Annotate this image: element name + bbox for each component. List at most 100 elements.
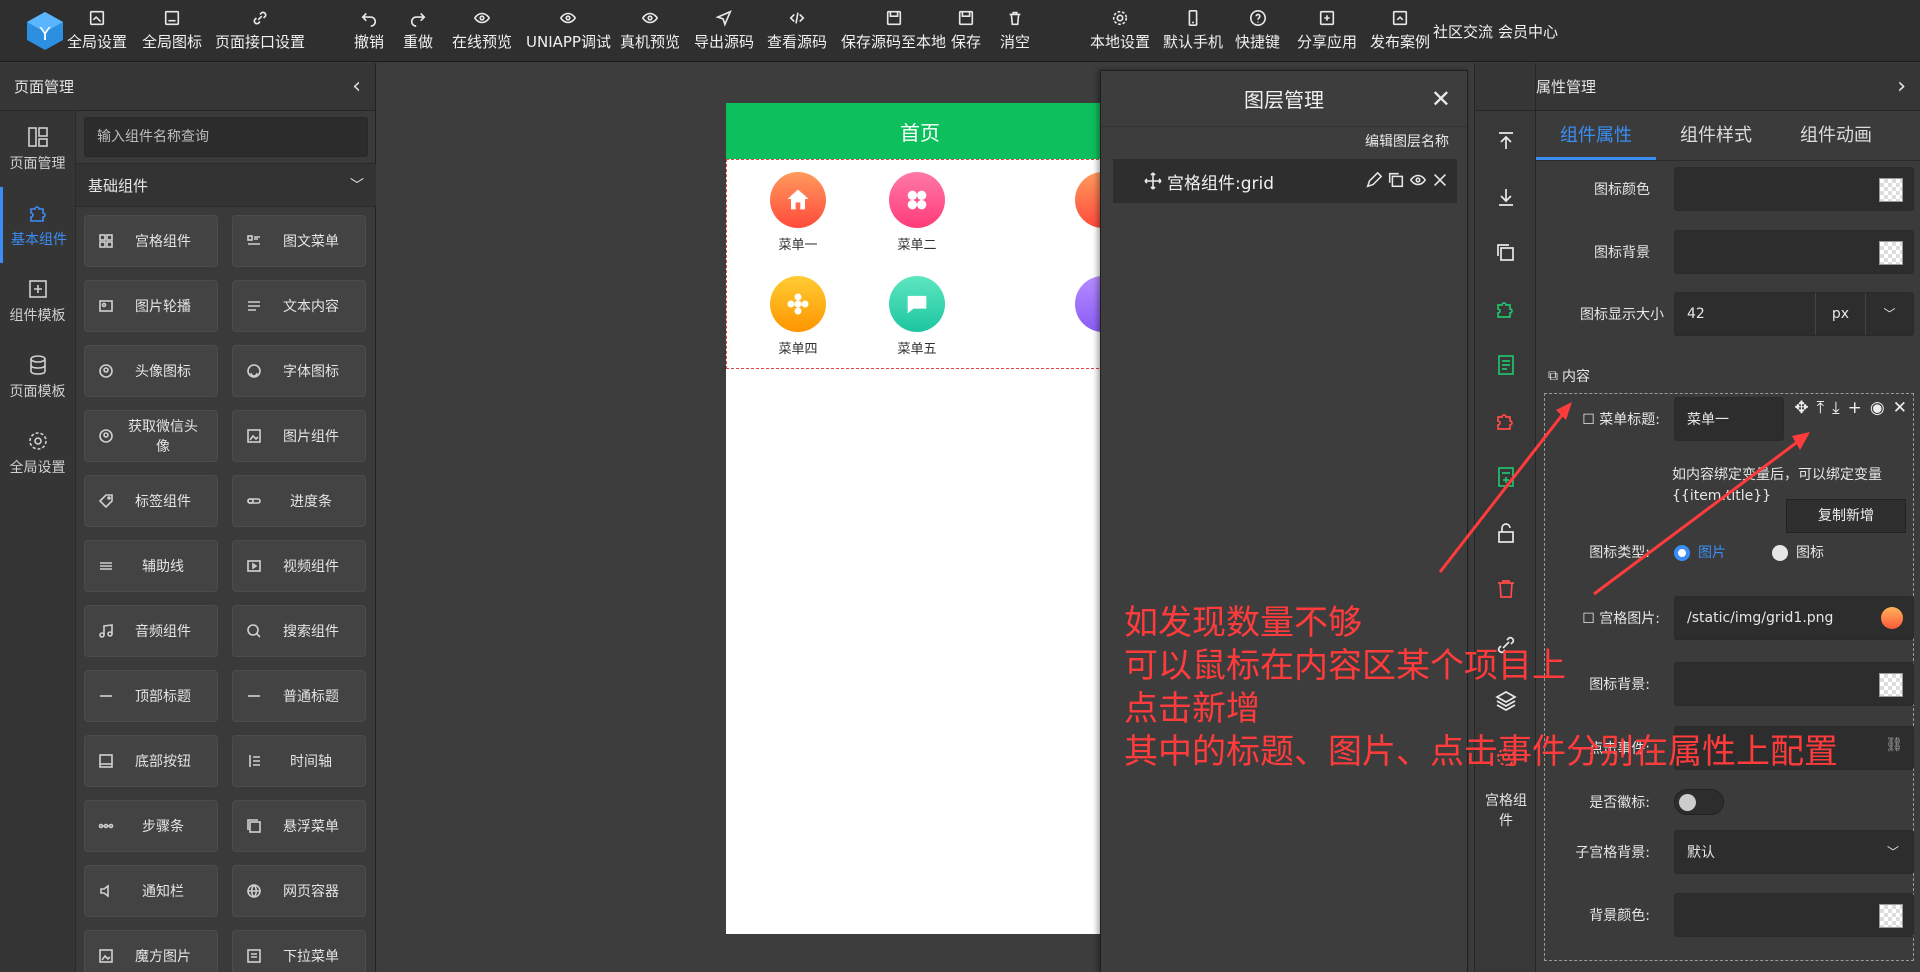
rail-item-page-manage[interactable]: 页面管理: [0, 111, 75, 187]
rail-item-page-templates[interactable]: 页面模板: [0, 339, 75, 415]
component-item[interactable]: 标签组件: [84, 475, 218, 527]
component-group-header[interactable]: 基础组件 ﹀: [76, 163, 376, 207]
gear-icon: [28, 432, 47, 450]
component-item[interactable]: 音频组件: [84, 605, 218, 657]
move-bottom-icon[interactable]: [1494, 185, 1518, 209]
unit-select[interactable]: px: [1815, 293, 1865, 335]
toolbar-community[interactable]: 社区交流: [1433, 21, 1493, 42]
puzzle-icon[interactable]: [1494, 409, 1518, 433]
rail-item-global-settings[interactable]: 全局设置: [0, 415, 75, 491]
toolbar-save-local[interactable]: 保存源码至本地: [841, 8, 946, 52]
component-item[interactable]: 时间轴: [232, 735, 366, 787]
close-icon[interactable]: ✕: [1431, 85, 1451, 113]
rail-item-basic-components[interactable]: 基本组件: [0, 187, 75, 263]
sub-grid-bg-select[interactable]: 默认 ﹀: [1674, 830, 1914, 874]
toolbar-save[interactable]: 保存: [951, 8, 981, 52]
component-item[interactable]: 辅助线: [84, 540, 218, 592]
avatar-icon: [97, 362, 115, 380]
component-item[interactable]: 悬浮菜单: [232, 800, 366, 852]
color-picker-icon[interactable]: [1879, 241, 1903, 265]
dropdown-icon: [245, 947, 263, 965]
bg-color-field[interactable]: [1674, 893, 1914, 937]
icon-color-field[interactable]: [1674, 167, 1914, 211]
component-item[interactable]: 图片轮播: [84, 280, 218, 332]
layer-item-grid[interactable]: 宫格组件:grid: [1113, 159, 1457, 203]
grid-component-selected[interactable]: 菜单一 菜单二 菜单四 菜单五: [726, 159, 1115, 369]
toolbar-page-api[interactable]: 页面接口设置: [215, 8, 305, 52]
color-picker-icon[interactable]: [1879, 178, 1903, 202]
component-item[interactable]: 下拉菜单: [232, 930, 366, 972]
redo-icon: [408, 8, 428, 28]
edit-layer-name-label[interactable]: 编辑图层名称: [1101, 127, 1467, 157]
component-search-input[interactable]: 输入组件名称查询: [84, 117, 368, 157]
trash-icon[interactable]: [1494, 577, 1518, 601]
eye-icon[interactable]: [1409, 171, 1427, 189]
radio-icon[interactable]: 图标: [1772, 542, 1824, 562]
toolbar-uniapp-debug[interactable]: UNIAPP调试: [526, 8, 611, 52]
tab-component-animation[interactable]: 组件动画: [1776, 111, 1896, 160]
component-item[interactable]: 视频组件: [232, 540, 366, 592]
color-picker-icon[interactable]: [1879, 904, 1903, 928]
toolbar-global-icons[interactable]: 全局图标: [142, 8, 202, 52]
toolbar-local-settings[interactable]: 本地设置: [1090, 8, 1150, 52]
close-icon[interactable]: [1431, 171, 1449, 189]
component-item[interactable]: 底部按钮: [84, 735, 218, 787]
toolbar-shortcuts[interactable]: 快捷键: [1235, 8, 1280, 52]
menu-title-input[interactable]: 菜单一: [1674, 397, 1784, 441]
toolbar-export-source[interactable]: 导出源码: [694, 8, 754, 52]
toolbar-online-preview[interactable]: 在线预览: [452, 8, 512, 52]
radio-image[interactable]: 图片: [1674, 542, 1726, 562]
toolbar-publish-case[interactable]: 发布案例: [1370, 8, 1430, 52]
component-item[interactable]: 通知栏: [84, 865, 218, 917]
notice-icon: [97, 882, 115, 900]
component-item[interactable]: 图文菜单: [232, 215, 366, 267]
component-item[interactable]: 字体图标: [232, 345, 366, 397]
move-top-icon[interactable]: [1494, 129, 1518, 153]
grid-item-4[interactable]: 菜单四: [753, 276, 843, 357]
badge-toggle[interactable]: [1674, 789, 1724, 815]
component-item[interactable]: 头像图标: [84, 345, 218, 397]
component-item[interactable]: 文本内容: [232, 280, 366, 332]
component-item[interactable]: 图片组件: [232, 410, 366, 462]
help-icon: [1248, 8, 1268, 28]
copy-icon[interactable]: [1494, 241, 1518, 265]
toolbar-redo[interactable]: 重做: [403, 8, 433, 52]
rail-item-component-templates[interactable]: 组件模板: [0, 263, 75, 339]
chevron-right-icon[interactable]: ›: [1897, 74, 1906, 99]
chevron-left-icon[interactable]: ‹: [352, 74, 361, 99]
toolbar-undo[interactable]: 撤销: [354, 8, 384, 52]
grid-item-1[interactable]: 菜单一: [753, 172, 843, 253]
toolbar-clear[interactable]: 消空: [1000, 8, 1030, 52]
component-item[interactable]: 魔方图片: [84, 930, 218, 972]
grid-item-2[interactable]: 菜单二: [872, 172, 962, 253]
component-item[interactable]: 进度条: [232, 475, 366, 527]
toolbar-device-preview[interactable]: 真机预览: [620, 8, 680, 52]
chevron-down-icon: ﹀: [1886, 845, 1899, 859]
component-item[interactable]: 顶部标题: [84, 670, 218, 722]
toolbar-share-app[interactable]: 分享应用: [1297, 8, 1357, 52]
add-document-icon[interactable]: [1494, 465, 1518, 489]
chevron-down-icon[interactable]: ﹀: [1865, 293, 1913, 335]
component-item[interactable]: 步骤条: [84, 800, 218, 852]
move-icon[interactable]: [1143, 171, 1163, 191]
puzzle-icon[interactable]: [1494, 297, 1518, 321]
tab-component-style[interactable]: 组件样式: [1656, 111, 1776, 160]
document-icon[interactable]: [1494, 353, 1518, 377]
grid-item-5[interactable]: 菜单五: [872, 276, 962, 357]
component-item[interactable]: 网页容器: [232, 865, 366, 917]
timeline-icon: [245, 752, 263, 770]
icon-bg-field[interactable]: [1674, 230, 1914, 274]
component-item[interactable]: 获取微信头像: [84, 410, 218, 462]
unlock-icon[interactable]: [1494, 521, 1518, 545]
tab-component-props[interactable]: 组件属性: [1536, 111, 1656, 160]
icon-size-input[interactable]: 42 px ﹀: [1674, 292, 1914, 336]
toolbar-default-phone[interactable]: 默认手机: [1163, 8, 1223, 52]
toolbar-member-center[interactable]: 会员中心: [1498, 21, 1558, 42]
copy-icon[interactable]: [1387, 171, 1405, 189]
edit-icon[interactable]: [1365, 171, 1383, 189]
toolbar-view-source[interactable]: 查看源码: [767, 8, 827, 52]
toolbar-global-settings[interactable]: 全局设置: [67, 8, 127, 52]
component-item[interactable]: 普通标题: [232, 670, 366, 722]
component-item[interactable]: 搜索组件: [232, 605, 366, 657]
component-item[interactable]: 宫格组件: [84, 215, 218, 267]
